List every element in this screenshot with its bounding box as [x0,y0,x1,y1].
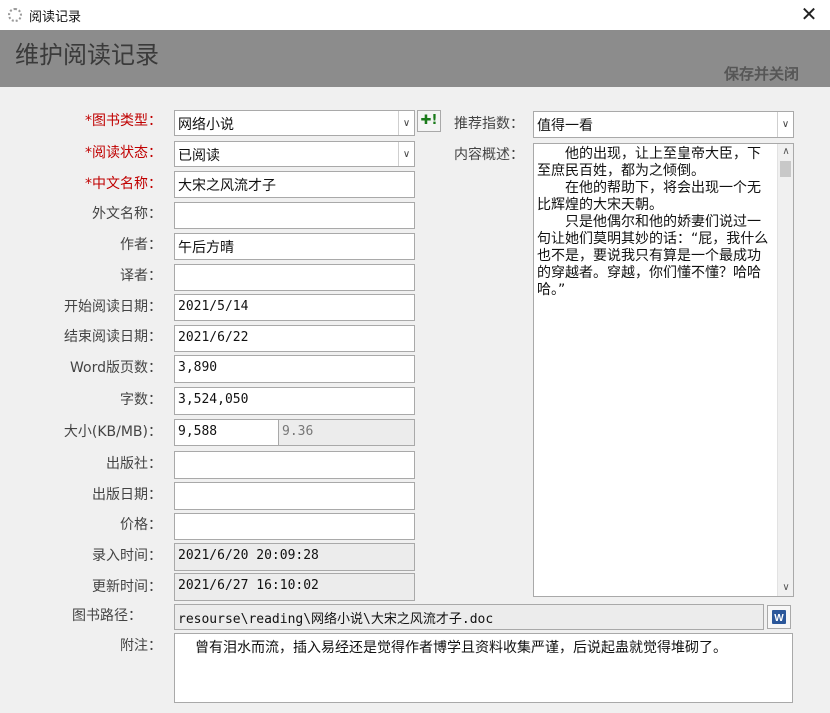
word-pages-input[interactable]: 3,890 [174,355,415,383]
summary-paragraph: 他的出现，让上至皇帝大臣，下至庶民百姓，都为之倾倒。 [537,146,761,179]
translator-label: 译者： [120,268,162,284]
title-bar: 阅读记录 ✕ [0,0,830,30]
summary-textarea[interactable]: 他的出现，让上至皇帝大臣，下至庶民百姓，都为之倾倒。 在他的帮助下，将会出现一个… [533,143,794,597]
scroll-thumb[interactable] [780,161,791,177]
update-time-label: 更新时间： [92,579,162,595]
chinese-name-label: *中文名称： [85,176,162,192]
end-date-label: 结束阅读日期： [64,329,162,345]
summary-label: 内容概述： [454,147,524,163]
publisher-input[interactable] [174,451,415,479]
recommend-select[interactable]: 值得一看 ∨ [533,111,794,138]
word-count-label: 字数： [120,392,162,408]
foreign-name-input[interactable] [174,202,415,229]
chevron-down-icon[interactable]: ∨ [777,112,793,137]
end-date-input[interactable]: 2021/6/22 [174,325,415,352]
word-doc-icon-graphic: W [772,610,786,624]
book-type-value: 网络小说 [178,117,234,133]
start-date-input[interactable]: 2021/5/14 [174,294,415,321]
read-status-select[interactable]: 已阅读 ∨ [174,141,415,167]
word-pages-label: Word版页数： [70,360,162,376]
chevron-down-icon[interactable]: ∨ [398,111,414,135]
chevron-down-icon[interactable]: ∨ [778,580,794,596]
price-label: 价格： [120,517,162,533]
entry-time-readonly: 2021/6/20 20:09:28 [174,543,415,571]
summary-text: 他的出现，让上至皇帝大臣，下至庶民百姓，都为之倾倒。 在他的帮助下，将会出现一个… [534,144,777,596]
size-mb-readonly: 9.36 [278,419,415,446]
read-status-label: *阅读状态： [85,145,162,161]
recommend-value: 值得一看 [537,118,593,134]
summary-scrollbar[interactable]: ∧ ∨ [777,144,793,596]
word-count-input[interactable]: 3,524,050 [174,387,415,415]
publish-date-label: 出版日期： [92,487,162,503]
chevron-down-icon[interactable]: ∨ [398,142,414,166]
size-kb-input[interactable]: 9,588 [174,419,279,446]
app-icon [8,8,22,22]
publish-date-input[interactable] [174,482,415,510]
add-icon[interactable]: ✚! [417,110,441,132]
foreign-name-label: 外文名称： [92,206,162,222]
publisher-label: 出版社： [106,456,162,472]
svg-text:W: W [774,613,784,624]
chevron-up-icon[interactable]: ∧ [778,144,794,160]
recommend-label: 推荐指数： [454,116,524,132]
translator-input[interactable] [174,264,415,291]
author-label: 作者： [120,237,162,253]
size-label: 大小(KB/MB)： [63,424,162,440]
author-input[interactable]: 午后方晴 [174,233,415,260]
book-path-label: 图书路径： [72,608,142,624]
save-and-close-button[interactable]: 保存并关闭 [724,63,799,84]
notes-label: 附注： [120,638,162,654]
update-time-readonly: 2021/6/27 16:10:02 [174,573,415,601]
header-banner: 维护阅读记录 保存并关闭 [0,30,830,87]
window-title: 阅读记录 [29,10,82,25]
word-doc-icon[interactable]: W [767,605,791,629]
notes-textarea[interactable]: 曾有泪水而流，插入易经还是觉得作者博学且资料收集严谨，后说起蛊就觉得堆砌了。 [174,633,793,703]
book-path-field[interactable]: resourse\reading\网络小说\大宋之风流才子.doc [174,604,764,630]
close-icon[interactable]: ✕ [796,2,822,28]
price-input[interactable] [174,513,415,540]
chinese-name-input[interactable]: 大宋之风流才子 [174,171,415,198]
summary-paragraph: 在他的帮助下，将会出现一个无比辉煌的大宋天朝。 [537,180,761,213]
entry-time-label: 录入时间： [92,548,162,564]
start-date-label: 开始阅读日期： [64,299,162,315]
read-status-value: 已阅读 [178,148,220,164]
summary-paragraph: 只是他偶尔和他的娇妻们说过一句让她们莫明其妙的话：“屁，我什么也不是，要说我只有… [537,214,769,298]
book-type-select[interactable]: 网络小说 ∨ [174,110,415,136]
book-type-label: *图书类型： [85,113,162,129]
page-title: 维护阅读记录 [15,41,159,69]
